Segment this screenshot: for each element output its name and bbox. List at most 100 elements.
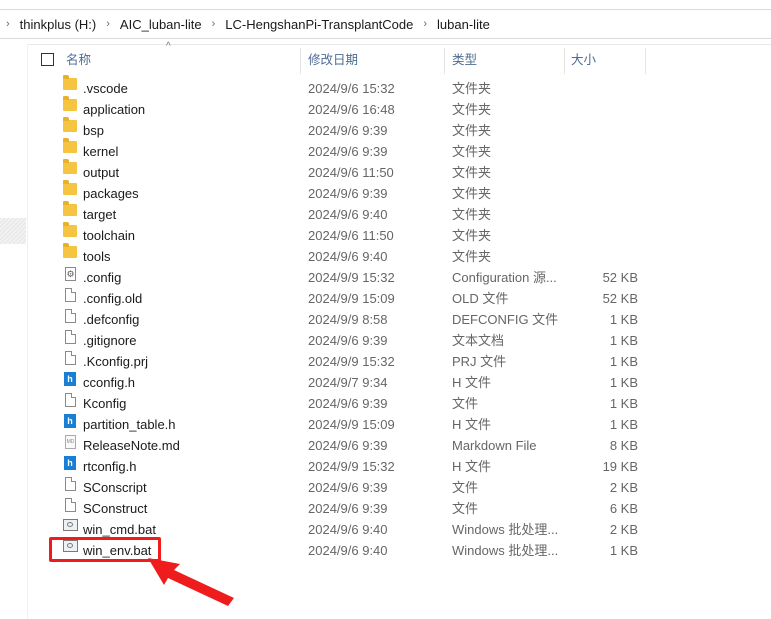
file-type: PRJ 文件 bbox=[452, 354, 507, 369]
file-modified-date: 2024/9/9 15:32 bbox=[308, 354, 395, 369]
file-row[interactable]: target 2024/9/6 9:40 文件夹 bbox=[28, 201, 771, 225]
file-name: bsp bbox=[83, 123, 104, 138]
file-row[interactable]: h cconfig.h 2024/9/7 9:34 H 文件 1 KB bbox=[28, 372, 771, 393]
file-modified-date: 2024/9/6 11:50 bbox=[308, 228, 394, 243]
file-modified-date: 2024/9/9 15:32 bbox=[308, 270, 395, 285]
column-divider[interactable] bbox=[300, 48, 301, 74]
header-file-icon: h bbox=[64, 414, 76, 428]
file-name: packages bbox=[83, 186, 139, 201]
folder-icon bbox=[63, 138, 77, 153]
file-type: H 文件 bbox=[452, 375, 492, 390]
file-size: 8 KB bbox=[609, 438, 638, 453]
file-row[interactable]: tools 2024/9/6 9:40 文件夹 bbox=[28, 243, 771, 267]
file-row[interactable]: h rtconfig.h 2024/9/9 15:32 H 文件 19 KB bbox=[28, 456, 771, 477]
column-name[interactable]: 名称 bbox=[66, 44, 91, 76]
batch-file-icon bbox=[63, 519, 78, 531]
file-name: ReleaseNote.md bbox=[83, 438, 180, 453]
file-row[interactable]: bsp 2024/9/6 9:39 文件夹 bbox=[28, 117, 771, 141]
file-size: 1 KB bbox=[609, 375, 638, 390]
file-size: 52 KB bbox=[602, 291, 638, 306]
file-row[interactable]: Kconfig 2024/9/6 9:39 文件 1 KB bbox=[28, 393, 771, 414]
file-row[interactable]: h partition_table.h 2024/9/9 15:09 H 文件 1 KB bbox=[28, 414, 771, 435]
file-modified-date: 2024/9/6 9:39 bbox=[308, 144, 388, 159]
file-row[interactable]: application 2024/9/6 16:48 文件夹 bbox=[28, 96, 771, 120]
file-size: 52 KB bbox=[602, 270, 638, 285]
breadcrumb-transplant-code[interactable]: LC-HengshanPi-TransplantCode bbox=[221, 17, 417, 32]
column-modified[interactable]: 修改日期 bbox=[308, 44, 358, 76]
navigation-pane bbox=[0, 44, 28, 619]
breadcrumb-drive[interactable]: thinkplus (H:) bbox=[16, 17, 101, 32]
file-size: 1 KB bbox=[609, 396, 638, 411]
file-name: .defconfig bbox=[83, 312, 140, 327]
folder-icon bbox=[63, 117, 77, 132]
file-icon bbox=[65, 393, 76, 407]
file-modified-date: 2024/9/6 9:39 bbox=[308, 186, 388, 201]
breadcrumb-luban-lite[interactable]: luban-lite bbox=[433, 17, 494, 32]
file-icon bbox=[65, 288, 76, 302]
column-divider[interactable] bbox=[645, 48, 646, 74]
folder-icon bbox=[63, 222, 77, 237]
red-arrow-icon bbox=[148, 558, 234, 606]
breadcrumb[interactable]: › thinkplus (H:) › AIC_luban-lite › LC-H… bbox=[0, 9, 771, 39]
folder-icon bbox=[63, 159, 77, 174]
address-bar: › thinkplus (H:) › AIC_luban-lite › LC-H… bbox=[0, 0, 771, 45]
file-name: .gitignore bbox=[83, 333, 137, 348]
header-file-icon: h bbox=[64, 456, 76, 470]
column-header: ^ 名称 修改日期 类型 大小 bbox=[28, 41, 771, 76]
file-row[interactable]: .Kconfig.prj 2024/9/9 15:32 PRJ 文件 1 KB bbox=[28, 351, 771, 372]
file-type: 文件夹 bbox=[452, 249, 492, 264]
chevron-right-icon: › bbox=[211, 18, 216, 30]
highlight-box bbox=[49, 537, 161, 562]
navigation-selected-item[interactable] bbox=[0, 218, 26, 244]
chevron-right-icon: › bbox=[6, 18, 10, 30]
file-name: tools bbox=[83, 249, 111, 264]
file-row[interactable]: SConstruct 2024/9/6 9:39 文件 6 KB bbox=[28, 498, 771, 519]
file-size: 6 KB bbox=[609, 501, 638, 516]
column-divider[interactable] bbox=[564, 48, 565, 74]
breadcrumb-aic-luban-lite[interactable]: AIC_luban-lite bbox=[116, 17, 206, 32]
file-row[interactable]: packages 2024/9/6 9:39 文件夹 bbox=[28, 180, 771, 204]
file-type: 文件夹 bbox=[452, 207, 492, 222]
column-divider[interactable] bbox=[444, 48, 445, 74]
file-type: Windows 批处理... bbox=[452, 522, 559, 537]
file-modified-date: 2024/9/6 9:39 bbox=[308, 333, 388, 348]
file-row[interactable]: toolchain 2024/9/6 11:50 文件夹 bbox=[28, 222, 771, 246]
file-type: DEFCONFIG 文件 bbox=[452, 312, 559, 327]
file-modified-date: 2024/9/9 15:09 bbox=[308, 417, 395, 432]
file-row[interactable]: output 2024/9/6 11:50 文件夹 bbox=[28, 159, 771, 183]
file-size: 1 KB bbox=[609, 354, 638, 369]
file-icon bbox=[65, 477, 76, 491]
file-row[interactable]: .config.old 2024/9/9 15:09 OLD 文件 52 KB bbox=[28, 288, 771, 309]
file-modified-date: 2024/9/6 9:39 bbox=[308, 396, 388, 411]
file-icon bbox=[65, 330, 76, 344]
file-row[interactable]: SConscript 2024/9/6 9:39 文件 2 KB bbox=[28, 477, 771, 498]
file-modified-date: 2024/9/6 9:39 bbox=[308, 501, 388, 516]
file-row[interactable]: .gitignore 2024/9/6 9:39 文本文档 1 KB bbox=[28, 330, 771, 351]
sort-ascending-icon: ^ bbox=[166, 41, 171, 52]
select-all-checkbox[interactable] bbox=[41, 53, 54, 66]
file-name: Kconfig bbox=[83, 396, 127, 411]
file-type: 文本文档 bbox=[452, 333, 505, 348]
file-type: OLD 文件 bbox=[452, 291, 509, 306]
column-size[interactable]: 大小 bbox=[571, 44, 596, 76]
file-row[interactable]: .defconfig 2024/9/9 8:58 DEFCONFIG 文件 1 KB bbox=[28, 309, 771, 330]
chevron-right-icon: › bbox=[106, 18, 110, 30]
file-name: .config bbox=[83, 270, 122, 285]
file-row[interactable]: ⚙ .config 2024/9/9 15:32 Configuration 源...… bbox=[28, 267, 771, 288]
file-size: 19 KB bbox=[602, 459, 638, 474]
file-row[interactable]: MD ReleaseNote.md 2024/9/6 9:39 Markdown Fi… bbox=[28, 435, 771, 456]
folder-icon bbox=[63, 75, 77, 90]
file-modified-date: 2024/9/9 15:32 bbox=[308, 459, 395, 474]
config-file-icon: ⚙ bbox=[65, 267, 76, 281]
file-name: SConscript bbox=[83, 480, 147, 495]
file-modified-date: 2024/9/6 9:40 bbox=[308, 207, 388, 222]
file-name: .Kconfig.prj bbox=[83, 354, 149, 369]
file-row[interactable]: .vscode 2024/9/6 15:32 文件夹 bbox=[28, 75, 771, 99]
file-row[interactable]: kernel 2024/9/6 9:39 文件夹 bbox=[28, 138, 771, 162]
markdown-file-icon: MD bbox=[65, 435, 76, 449]
file-icon bbox=[65, 309, 76, 323]
file-modified-date: 2024/9/6 9:40 bbox=[308, 249, 388, 264]
file-modified-date: 2024/9/9 15:09 bbox=[308, 291, 395, 306]
column-type[interactable]: 类型 bbox=[452, 44, 477, 76]
file-list: .vscode 2024/9/6 15:32 文件夹 application 2024/… bbox=[28, 75, 771, 561]
